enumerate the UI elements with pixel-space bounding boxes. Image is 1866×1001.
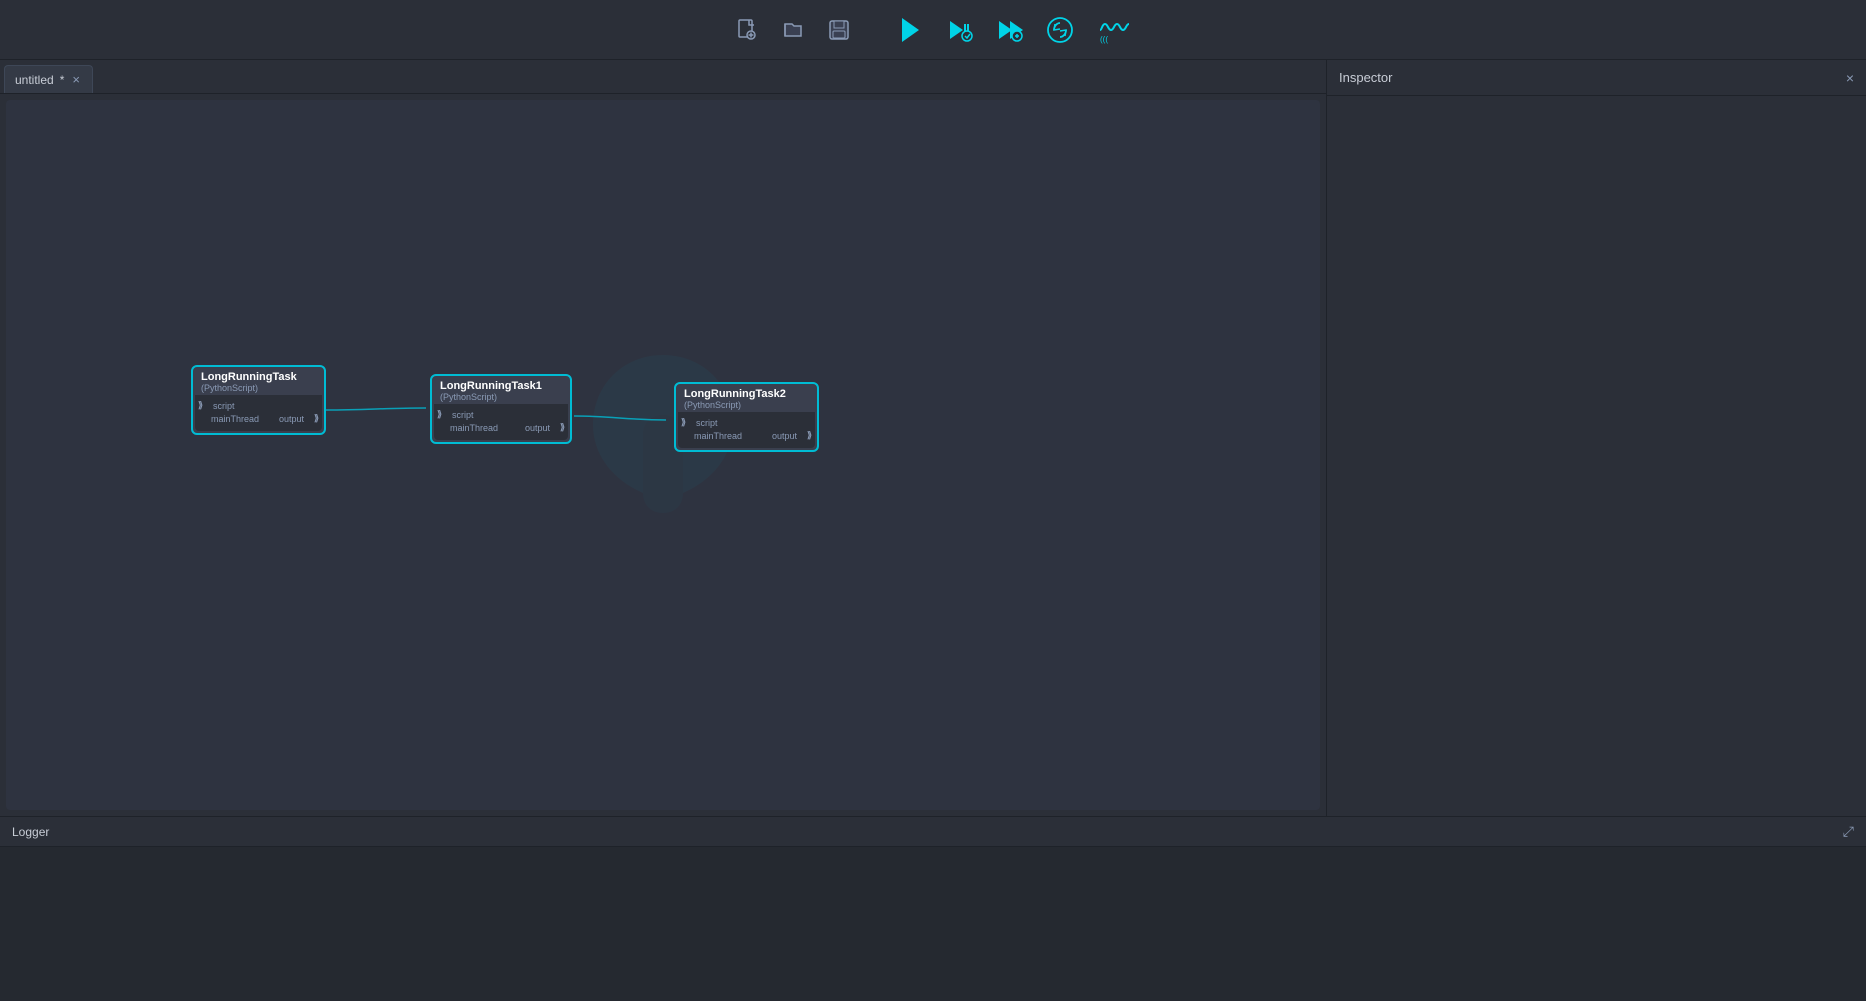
run-select-button[interactable] [939, 10, 979, 50]
tab-close-button[interactable]: × [70, 73, 82, 86]
node1-port-mainthread: mainThread output ⟫ [195, 412, 322, 425]
node1-header: LongRunningTask (PythonScript) [193, 367, 324, 395]
node2-subtitle: (PythonScript) [440, 392, 562, 402]
node2-port-script-label: script [448, 410, 478, 420]
node1-port-output-label: output [275, 414, 308, 424]
inspector-title: Inspector [1339, 70, 1392, 85]
node2-header: LongRunningTask1 (PythonScript) [432, 376, 570, 404]
node2-port-mainthread: mainThread output ⟫ [434, 421, 568, 434]
run-forward-button[interactable] [989, 10, 1029, 50]
editor-tab[interactable]: untitled * × [4, 65, 93, 93]
run-wave-button[interactable]: ((( [1091, 10, 1137, 50]
node3-port-output-connector: ⟫ [804, 430, 815, 441]
node-long-running-task[interactable]: LongRunningTask (PythonScript) ⟫ script [191, 365, 326, 435]
inspector-close-button[interactable]: × [1846, 70, 1854, 86]
canvas-area[interactable]: LongRunningTask (PythonScript) ⟫ script [6, 100, 1320, 810]
tab-bar: untitled * × [0, 60, 1326, 94]
run-async-button[interactable] [1039, 10, 1081, 50]
new-file-button[interactable] [729, 12, 765, 48]
node3-header: LongRunningTask2 (PythonScript) [676, 384, 817, 412]
node3-port-script-label: script [692, 418, 722, 428]
svg-text:(((: ((( [1100, 35, 1108, 44]
node1-subtitle: (PythonScript) [201, 383, 316, 393]
toolbar: ((( [0, 0, 1866, 60]
logger-header: Logger ⤢ [0, 817, 1866, 847]
node1-port-script-label: script [209, 401, 239, 411]
editor-area: untitled * × LongRunningTask [0, 60, 1326, 816]
node1-port-mainthread-label: mainThread [195, 414, 263, 424]
node2-port-output-label: output [521, 423, 554, 433]
save-file-button[interactable] [821, 12, 857, 48]
node2-port-mainthread-label: mainThread [434, 423, 502, 433]
bottom-area: Logger ⤢ [0, 816, 1866, 1001]
open-file-button[interactable] [775, 12, 811, 48]
main-area: untitled * × LongRunningTask [0, 60, 1866, 816]
node2-port-output-connector: ⟫ [557, 422, 568, 433]
node3-title: LongRunningTask2 [684, 388, 809, 400]
node3-port-script-connector: ⟫ [678, 417, 689, 428]
run-button[interactable] [891, 9, 929, 51]
node-long-running-task2[interactable]: LongRunningTask2 (PythonScript) ⟫ script… [674, 382, 819, 452]
node3-body: ⟫ script mainThread output ⟫ [678, 412, 815, 448]
node-long-running-task1[interactable]: LongRunningTask1 (PythonScript) ⟫ script… [430, 374, 572, 444]
node3-port-output-label: output [768, 431, 801, 441]
node3-port-mainthread-label: mainThread [678, 431, 746, 441]
logger-body [0, 847, 1866, 1001]
logger-expand-button[interactable]: ⤢ [1843, 823, 1854, 840]
node3-port-mainthread: mainThread output ⟫ [678, 429, 815, 442]
inspector-header: Inspector × [1327, 60, 1866, 96]
node2-title: LongRunningTask1 [440, 380, 562, 392]
inspector-body [1327, 96, 1866, 816]
node1-title: LongRunningTask [201, 371, 316, 383]
node1-port-script: ⟫ script [195, 399, 322, 412]
node1-body: ⟫ script mainThread output ⟫ [195, 395, 322, 431]
node1-port-output-connector: ⟫ [311, 413, 322, 424]
node2-port-script: ⟫ script [434, 408, 568, 421]
node3-port-script: ⟫ script [678, 416, 815, 429]
logger-title: Logger [12, 825, 49, 839]
tab-title: untitled [15, 73, 54, 87]
node2-body: ⟫ script mainThread output ⟫ [434, 404, 568, 440]
node3-subtitle: (PythonScript) [684, 400, 809, 410]
inspector-panel: Inspector × [1326, 60, 1866, 816]
node1-port-script-connector: ⟫ [195, 400, 206, 411]
tab-modified: * [60, 73, 65, 87]
node2-port-script-connector: ⟫ [434, 409, 445, 420]
